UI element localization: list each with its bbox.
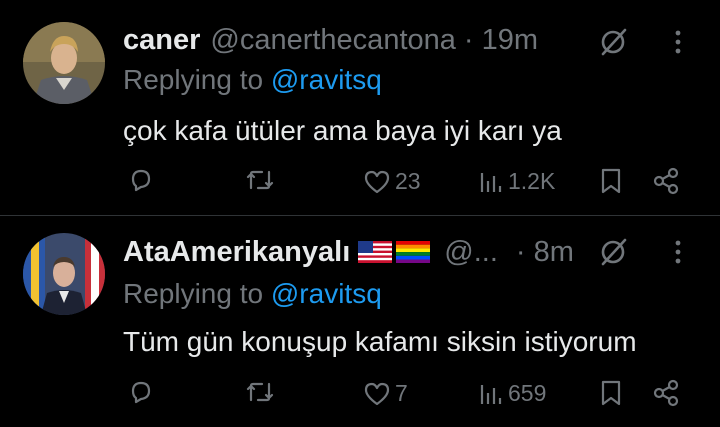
avatar-image <box>23 22 105 104</box>
views-bar-icon <box>480 172 502 192</box>
retweet-icon <box>246 382 274 402</box>
views-bar-icon <box>480 384 502 404</box>
user-handle[interactable]: @... <box>444 236 498 269</box>
avatar[interactable] <box>23 233 105 315</box>
views-button[interactable]: 1.2K <box>478 168 555 195</box>
timestamp[interactable]: 19m <box>482 24 538 57</box>
separator-dot: · <box>463 23 474 56</box>
retweet-icon <box>246 170 274 190</box>
share-icon <box>653 167 679 195</box>
view-count: 1.2K <box>508 168 556 194</box>
bookmark-icon <box>601 168 621 194</box>
like-count: 7 <box>395 380 408 406</box>
reply-button[interactable] <box>127 378 155 406</box>
avatar[interactable] <box>23 22 105 104</box>
view-count: 659 <box>508 380 547 406</box>
replying-to-label: Replying to <box>123 278 264 309</box>
like-button[interactable]: 7 <box>363 380 408 407</box>
heart-icon <box>364 382 390 405</box>
share-button[interactable] <box>652 379 680 407</box>
display-name[interactable]: caner <box>123 24 200 57</box>
mute-button[interactable] <box>597 236 629 268</box>
bookmark-button[interactable] <box>599 379 623 407</box>
rainbow-flag-icon <box>396 241 431 263</box>
like-count: 23 <box>395 168 421 194</box>
tweet-text: Tüm gün konuşup kafamı siksin istiyorum <box>123 326 637 357</box>
avatar-image <box>23 233 105 315</box>
reply-icon <box>131 381 151 404</box>
more-button[interactable] <box>670 30 686 54</box>
slashed-circle-icon <box>601 238 627 266</box>
display-name[interactable]: AtaAmerikanyalı <box>123 236 350 269</box>
like-button[interactable]: 23 <box>363 168 421 195</box>
tweet-text: çok kafa ütüler ama baya iyi karı ya <box>123 115 562 146</box>
tweet-header: caner @canerthecantona · 19m <box>123 20 538 60</box>
views-button[interactable]: 659 <box>478 380 546 407</box>
share-button[interactable] <box>652 167 680 195</box>
tweet-header: AtaAmerikanyalı @... · 8m <box>123 232 574 272</box>
heart-icon <box>364 170 390 193</box>
more-button[interactable] <box>670 240 686 264</box>
separator-dot: · <box>515 235 526 268</box>
mention-link[interactable]: @ravitsq <box>271 64 382 95</box>
mute-button[interactable] <box>597 26 629 58</box>
timestamp[interactable]: 8m <box>534 236 574 269</box>
reply-icon <box>131 169 151 192</box>
retweet-button[interactable] <box>244 166 276 194</box>
user-handle[interactable]: @canerthecantona <box>210 24 456 57</box>
reply-button[interactable] <box>127 166 155 194</box>
bookmark-icon <box>601 380 621 406</box>
bookmark-button[interactable] <box>599 167 623 195</box>
replying-to: Replying to @ravitsq <box>123 64 382 96</box>
share-icon <box>653 379 679 407</box>
us-flag-icon <box>358 241 393 263</box>
tweet[interactable]: AtaAmerikanyalı @... · 8m Replying to @r… <box>0 216 720 427</box>
slashed-circle-icon <box>601 28 627 56</box>
replying-to-label: Replying to <box>123 64 264 95</box>
replying-to: Replying to @ravitsq <box>123 278 382 310</box>
tweet[interactable]: caner @canerthecantona · 19m Replying to… <box>0 0 720 215</box>
more-vertical-icon <box>675 30 681 54</box>
retweet-button[interactable] <box>244 378 276 406</box>
more-vertical-icon <box>675 240 681 264</box>
mention-link[interactable]: @ravitsq <box>271 278 382 309</box>
